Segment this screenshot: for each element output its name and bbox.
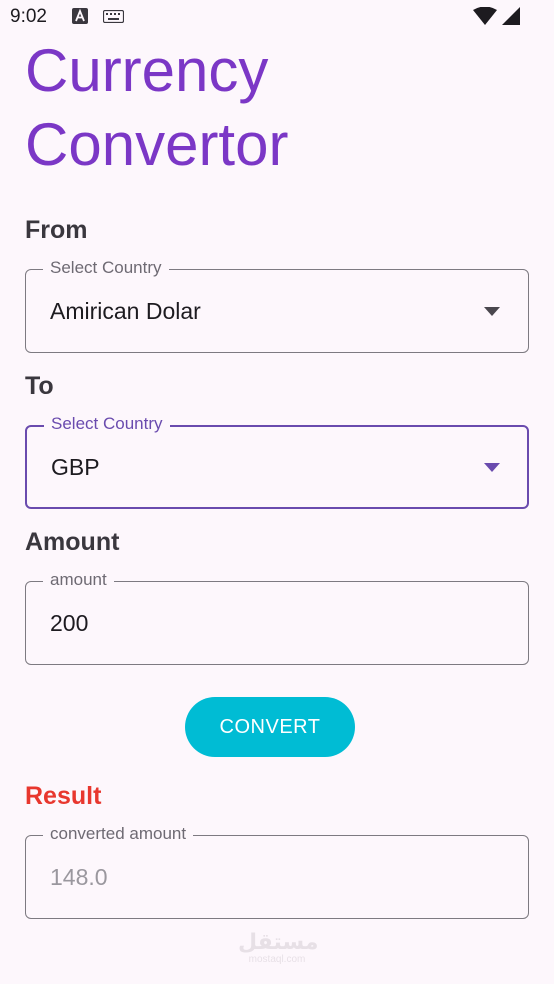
status-time: 9:02 [10,6,47,27]
watermark-text: مستقل [238,929,319,954]
to-country-dropdown[interactable]: Select Country GBP [25,413,529,509]
title-line-2: Convertor [25,111,289,178]
to-field-label: Select Country [44,413,170,435]
amount-label: Amount [25,528,120,556]
amount-input-value[interactable]: 200 [50,610,88,637]
from-country-dropdown[interactable]: Select Country Amirican Dolar [25,257,529,353]
a-badge-icon [72,8,88,29]
to-label: To [25,372,54,400]
converted-amount-value: 148.0 [50,864,108,890]
from-selected-value: Amirican Dolar [50,298,201,324]
watermark-logo: مستقل mostaql.com [238,929,319,966]
wifi-icon [473,6,497,30]
amount-field-label: amount [43,569,114,591]
amount-field[interactable]: amount 200 [25,569,529,665]
title-line-1: Currency [25,37,269,104]
page-title: Currency Convertor [25,34,288,182]
to-selected-value: GBP [51,454,100,480]
from-label: From [25,216,88,244]
chevron-down-icon[interactable] [484,463,500,472]
watermark-subtext: mostaql.com [248,954,306,965]
signal-icon [502,7,520,30]
converted-amount-field-label: converted amount [43,823,194,845]
chevron-down-icon[interactable] [484,307,500,316]
status-bar: 9:02 [0,0,554,34]
keyboard-icon [102,9,125,28]
from-field-label: Select Country [43,257,169,279]
result-label: Result [25,782,102,810]
convert-button[interactable]: CONVERT [185,697,355,757]
converted-amount-field: converted amount 148.0 [25,823,529,919]
